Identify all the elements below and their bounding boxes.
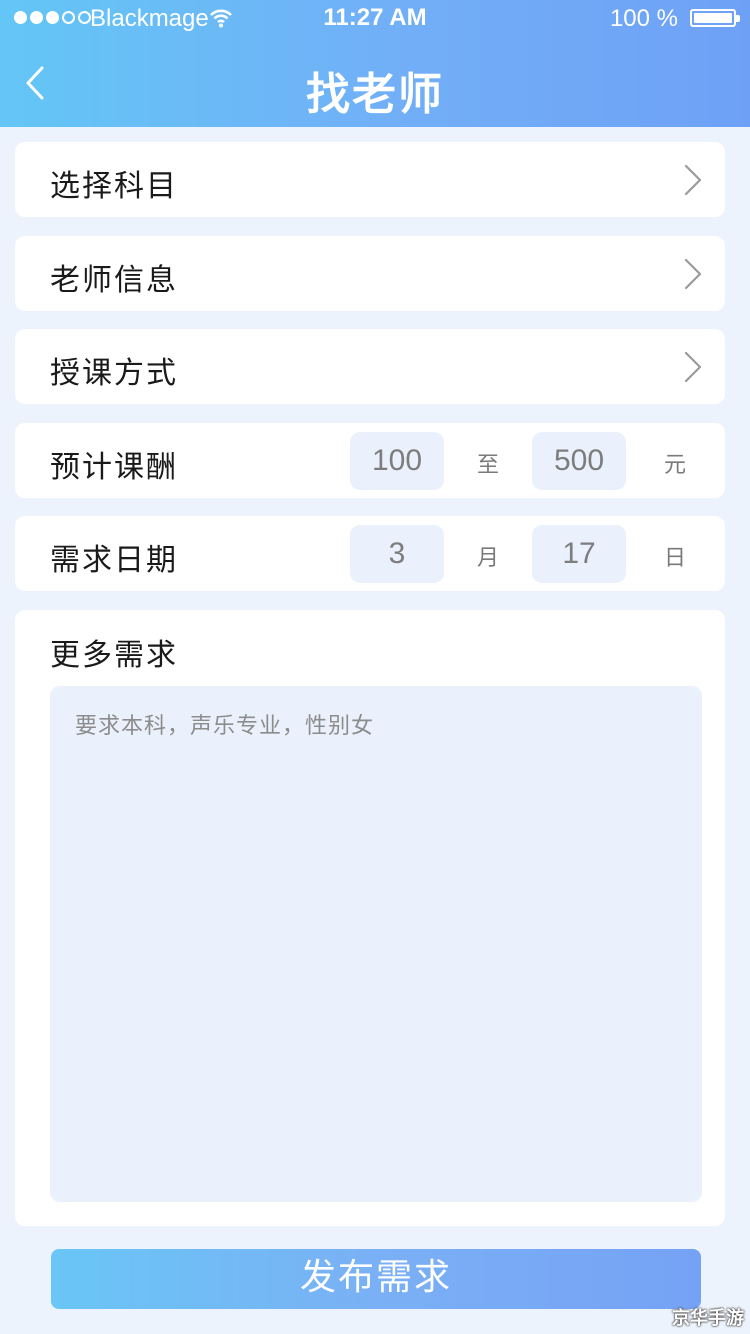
month-unit: 月 [476, 546, 499, 571]
more-requirements-label: 更多需求 [50, 638, 178, 673]
date-label: 需求日期 [50, 543, 178, 578]
battery-icon [690, 9, 740, 27]
month-input[interactable]: 3 [350, 525, 444, 583]
day-unit: 日 [663, 546, 686, 571]
fee-max-input[interactable]: 500 [532, 432, 626, 490]
requirements-textarea[interactable]: 要求本科，声乐专业，性别女 [50, 686, 702, 1202]
select-subject-row[interactable]: 选择科目 [15, 142, 725, 217]
battery-percentage: 100 % [609, 5, 678, 32]
watermark-logo: 京华手游 [672, 1308, 744, 1329]
teacher-info-label: 老师信息 [50, 263, 178, 298]
fee-row: 预计课酬 100 至 500 元 [15, 423, 725, 498]
chevron-right-icon [684, 258, 702, 290]
header-bar: Blackmage 11:27 AM 100 % 找老师 [0, 0, 750, 127]
fee-unit: 元 [663, 453, 686, 478]
status-bar: Blackmage 11:27 AM 100 % [0, 0, 750, 36]
fee-min-input[interactable]: 100 [350, 432, 444, 490]
fee-label: 预计课酬 [50, 450, 178, 485]
publish-request-button[interactable]: 发布需求 [51, 1249, 701, 1309]
fee-range-separator: 至 [476, 453, 499, 478]
page-title: 找老师 [306, 69, 444, 120]
date-row: 需求日期 3 月 17 日 [15, 516, 725, 591]
teaching-mode-row[interactable]: 授课方式 [15, 329, 725, 404]
chevron-right-icon [684, 164, 702, 196]
day-input[interactable]: 17 [532, 525, 626, 583]
select-subject-label: 选择科目 [50, 169, 178, 204]
teaching-mode-label: 授课方式 [50, 356, 178, 391]
teacher-info-row[interactable]: 老师信息 [15, 236, 725, 311]
more-requirements-card: 更多需求 要求本科，声乐专业，性别女 [15, 610, 725, 1226]
chevron-right-icon [684, 351, 702, 383]
